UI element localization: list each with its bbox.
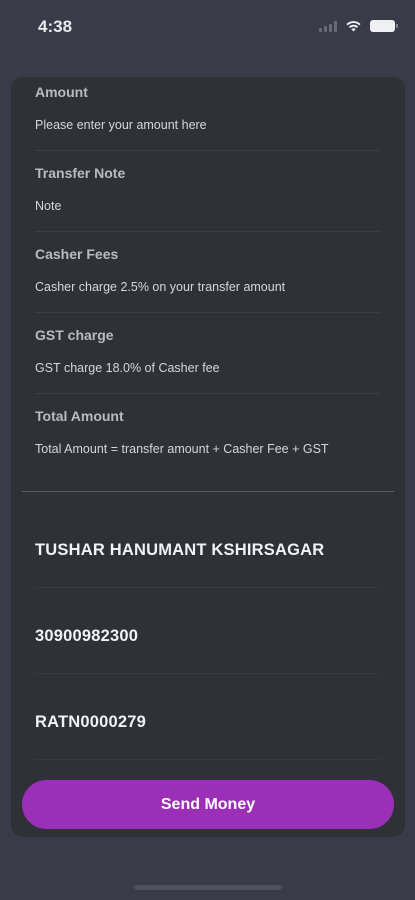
casher-fees-value: Casher charge 2.5% on your transfer amou…: [35, 280, 286, 294]
transfer-note-label: Transfer Note: [35, 165, 126, 181]
transfer-note-field[interactable]: Transfer Note Note: [35, 165, 380, 232]
divider: [35, 673, 380, 674]
divider: [35, 759, 380, 760]
divider: [35, 587, 380, 588]
transfer-card: Amount Please enter your amount here Tra…: [11, 77, 405, 837]
divider: [35, 231, 380, 232]
battery-icon: [370, 20, 398, 32]
cellular-signal-icon: [319, 20, 337, 32]
gst-charge-field: GST charge GST charge 18.0% of Casher fe…: [35, 327, 380, 394]
divider: [35, 150, 380, 151]
amount-field[interactable]: Amount Please enter your amount here: [35, 84, 380, 151]
status-icons: [319, 20, 398, 32]
send-money-button[interactable]: Send Money: [22, 780, 394, 829]
status-bar: 4:38: [0, 0, 415, 54]
status-time: 4:38: [38, 17, 73, 36]
wifi-icon: [346, 21, 361, 32]
beneficiary-name: TUSHAR HANUMANT KSHIRSAGAR: [35, 541, 325, 559]
home-indicator[interactable]: [134, 885, 282, 890]
ifsc-code: RATN0000279: [35, 713, 147, 731]
casher-fees-label: Casher Fees: [35, 246, 119, 262]
amount-input[interactable]: Please enter your amount here: [35, 118, 207, 132]
gst-charge-label: GST charge: [35, 327, 114, 343]
account-number: 30900982300: [35, 627, 139, 645]
casher-fees-field: Casher Fees Casher charge 2.5% on your t…: [35, 246, 380, 313]
divider: [35, 393, 380, 394]
gst-charge-value: GST charge 18.0% of Casher fee: [35, 361, 220, 375]
divider: [35, 312, 380, 313]
transfer-note-input[interactable]: Note: [35, 199, 61, 213]
section-divider: [22, 491, 394, 492]
total-amount-value: Total Amount = transfer amount + Casher …: [35, 442, 329, 456]
total-amount-label: Total Amount: [35, 408, 124, 424]
amount-label: Amount: [35, 84, 88, 100]
total-amount-field: Total Amount Total Amount = transfer amo…: [35, 408, 380, 456]
